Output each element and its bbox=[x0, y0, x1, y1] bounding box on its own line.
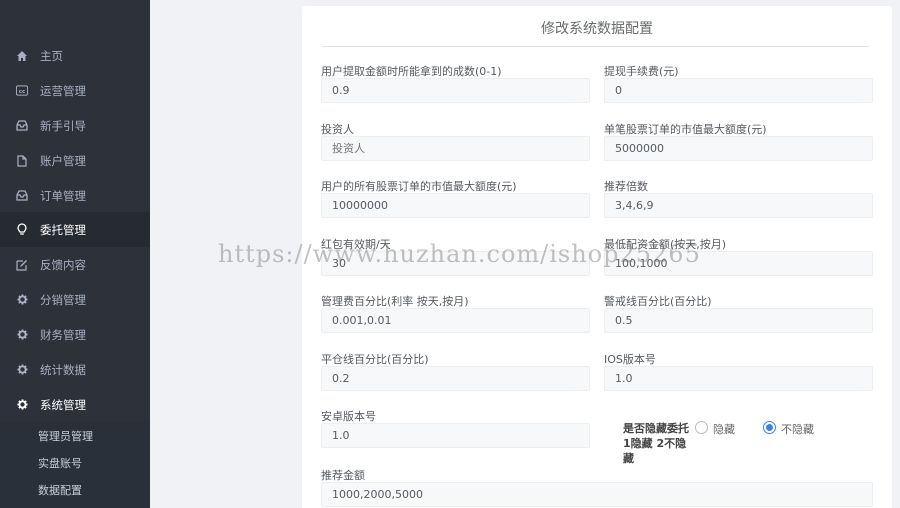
sidebar-item-label: 系统管理 bbox=[40, 397, 86, 412]
single-order-max-input[interactable] bbox=[604, 136, 873, 161]
hide-entrust-label: 是否隐藏委托 1隐藏 2不隐藏 bbox=[623, 422, 689, 465]
warning-line-input[interactable] bbox=[604, 308, 873, 333]
sidebar-item-label: 财务管理 bbox=[40, 327, 86, 342]
ios-version-input[interactable] bbox=[604, 366, 873, 391]
inbox-icon bbox=[16, 120, 28, 132]
sidebar-item-label: 主页 bbox=[40, 48, 63, 63]
ios-version-label: IOS版本号 bbox=[604, 353, 656, 366]
sidebar-item-orders[interactable]: 订单管理 bbox=[0, 178, 150, 213]
sidebar-item-label: 委托管理 bbox=[40, 222, 86, 237]
sidebar-item-finance[interactable]: 财务管理 bbox=[0, 317, 150, 352]
sidebar-item-label: 分销管理 bbox=[40, 292, 86, 307]
hide-radio-label: 隐藏 bbox=[713, 423, 735, 436]
no-hide-radio[interactable] bbox=[763, 421, 776, 434]
home-icon bbox=[16, 50, 28, 62]
sidebar-item-accounts[interactable]: 账户管理 bbox=[0, 143, 150, 178]
sidebar-item-statistics[interactable]: 统计数据 bbox=[0, 352, 150, 387]
referral-multiples-label: 推荐倍数 bbox=[604, 180, 648, 193]
sidebar-item-home[interactable]: 主页 bbox=[0, 38, 150, 73]
no-hide-radio-label: 不隐藏 bbox=[781, 423, 814, 436]
sidebar-item-system[interactable]: 系统管理 bbox=[0, 387, 150, 422]
android-version-input[interactable] bbox=[321, 423, 590, 448]
sidebar: 主页 cc 运营管理 新手引导 账户管理 订单管理 委托管理 反馈内容 分销管理… bbox=[0, 0, 150, 508]
management-fee-label: 管理费百分比(利率 按天,按月) bbox=[321, 295, 469, 308]
sidebar-item-entrust[interactable]: 委托管理 bbox=[0, 212, 150, 247]
cc-icon: cc bbox=[16, 85, 28, 97]
withdraw-ratio-label: 用户提取金额时所能拿到的成数(0-1) bbox=[321, 65, 502, 78]
single-order-max-label: 单笔股票订单的市值最大额度(元) bbox=[604, 123, 767, 136]
gear-icon bbox=[16, 294, 28, 306]
gear-icon bbox=[16, 399, 28, 411]
file-icon bbox=[16, 154, 28, 167]
android-version-label: 安卓版本号 bbox=[321, 410, 376, 423]
management-fee-input[interactable] bbox=[321, 308, 590, 333]
sidebar-item-label: 运营管理 bbox=[40, 83, 86, 98]
lightbulb-icon bbox=[16, 223, 28, 236]
referral-amount-input[interactable] bbox=[321, 482, 873, 507]
sidebar-item-label: 账户管理 bbox=[40, 153, 86, 168]
page-title: 修改系统数据配置 bbox=[541, 21, 653, 37]
sidebar-subitem-live-accounts[interactable]: 实盘账号 bbox=[0, 449, 150, 476]
sidebar-item-label: 订单管理 bbox=[40, 188, 86, 203]
all-orders-max-label: 用户的所有股票订单的市值最大额度(元) bbox=[321, 180, 517, 193]
referral-multiples-input[interactable] bbox=[604, 193, 873, 218]
sidebar-item-operations[interactable]: cc 运营管理 bbox=[0, 73, 150, 108]
gear-icon bbox=[16, 329, 28, 341]
sidebar-subitem-admins[interactable]: 管理员管理 bbox=[0, 422, 150, 449]
liquidation-line-label: 平仓线百分比(百分比) bbox=[321, 353, 429, 366]
sidebar-subitem-data-config[interactable]: 数据配置 bbox=[0, 476, 150, 503]
inbox-icon bbox=[16, 190, 28, 202]
sidebar-item-guide[interactable]: 新手引导 bbox=[0, 108, 150, 143]
sidebar-item-feedback[interactable]: 反馈内容 bbox=[0, 247, 150, 282]
referral-amount-label: 推荐金额 bbox=[321, 469, 365, 482]
sidebar-item-distribution[interactable]: 分销管理 bbox=[0, 282, 150, 317]
all-orders-max-input[interactable] bbox=[321, 193, 590, 218]
withdraw-ratio-input[interactable] bbox=[321, 78, 590, 103]
sidebar-item-label: 统计数据 bbox=[40, 362, 86, 377]
watermark: https://www.huzhan.com/ishop25265 bbox=[218, 240, 701, 268]
investor-label: 投资人 bbox=[321, 123, 354, 136]
withdraw-fee-label: 提现手续费(元) bbox=[604, 65, 679, 78]
gear-icon bbox=[16, 364, 28, 376]
sidebar-item-label: 反馈内容 bbox=[40, 257, 86, 272]
warning-line-label: 警戒线百分比(百分比) bbox=[604, 295, 712, 308]
edit-icon bbox=[16, 259, 28, 271]
title-divider bbox=[322, 46, 869, 47]
hide-radio[interactable] bbox=[695, 421, 708, 434]
sidebar-item-label: 新手引导 bbox=[40, 118, 86, 133]
liquidation-line-input[interactable] bbox=[321, 366, 590, 391]
investor-input[interactable] bbox=[321, 136, 590, 161]
withdraw-fee-input[interactable] bbox=[604, 78, 873, 103]
svg-text:cc: cc bbox=[19, 89, 26, 95]
